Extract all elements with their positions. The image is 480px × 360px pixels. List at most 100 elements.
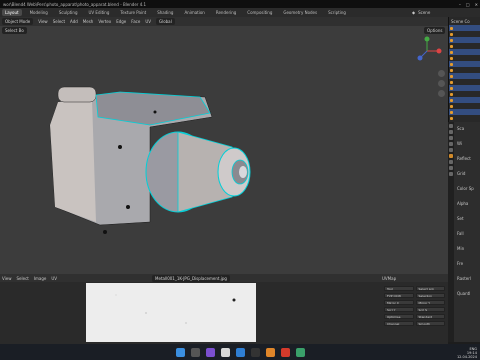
select-box-tool[interactable]: Select Bo — [2, 26, 27, 34]
tab-layout[interactable]: Layout — [2, 9, 22, 16]
material-tab-icon[interactable] — [449, 166, 453, 170]
menu-face[interactable]: Face — [131, 19, 140, 24]
object-tab-icon[interactable] — [449, 154, 453, 158]
tab-compositing[interactable]: Compositing — [244, 9, 275, 16]
tab-modeling[interactable]: Modeling — [27, 9, 51, 16]
camera-view-icon[interactable] — [438, 90, 445, 97]
outliner-list — [449, 25, 480, 121]
prop-label: Wi — [457, 141, 462, 146]
mesh-icon — [450, 56, 453, 60]
tool-button[interactable]: Mirror Y — [415, 300, 445, 305]
mesh-icon — [450, 68, 453, 72]
prop-label: Set — [457, 216, 464, 221]
tool-button[interactable]: Smooth — [415, 321, 445, 326]
navigation-gizmo-icon[interactable] — [412, 36, 442, 66]
menu-select[interactable]: Select — [53, 19, 65, 24]
mesh-icon — [450, 80, 453, 84]
search-icon[interactable] — [190, 347, 200, 357]
uvmap-label: UVMap — [382, 275, 397, 281]
tab-shading[interactable]: Shading — [154, 9, 176, 16]
camera-model — [49, 86, 251, 234]
outliner-row[interactable] — [449, 115, 480, 121]
prop-label: Rasterl — [457, 276, 472, 281]
tool-button[interactable]: FVP OCW — [384, 293, 414, 298]
mode-select[interactable]: Object Mode — [2, 18, 34, 25]
uv-panel-header: UVMap — [380, 274, 448, 282]
menu-edge[interactable]: Edge — [116, 19, 126, 24]
menu-select[interactable]: Select — [17, 276, 29, 281]
taskbar — [0, 344, 480, 360]
tool-button[interactable]: Select Lnk — [415, 286, 445, 291]
tab-scripting[interactable]: Scripting — [325, 9, 349, 16]
tool-button[interactable]: Optimise — [384, 314, 414, 319]
menu-uv[interactable]: UV — [51, 276, 57, 281]
options-button[interactable]: Options — [424, 27, 446, 34]
tab-sculpting[interactable]: Sculpting — [56, 9, 81, 16]
menu-vertex[interactable]: Vertex — [98, 19, 111, 24]
pan-icon[interactable] — [438, 80, 445, 87]
menu-mesh[interactable]: Mesh — [83, 19, 94, 24]
tool-button[interactable]: Standard — [415, 314, 445, 319]
modifier-tab-icon[interactable] — [449, 160, 453, 164]
scene-selector[interactable]: ◆ Scene — [410, 8, 480, 17]
prop-label: Grid — [457, 171, 466, 176]
mesh-icon — [450, 74, 453, 78]
output-tab-icon[interactable] — [449, 136, 453, 140]
prop-label: Sca — [457, 126, 465, 131]
system-clock[interactable]: ENG 19:14 12.04.2024 — [457, 347, 477, 359]
tab-rendering[interactable]: Rendering — [213, 9, 239, 16]
displacement-texture — [86, 283, 256, 342]
tool-button[interactable]: Seleclion — [415, 293, 445, 298]
blender-icon[interactable] — [265, 347, 275, 357]
tool-button[interactable]: Channel — [384, 321, 414, 326]
minimize-icon[interactable]: – — [459, 2, 461, 7]
app-icon[interactable] — [295, 347, 305, 357]
prop-label: Reflect — [457, 156, 471, 161]
scene-label: Scene — [418, 10, 431, 15]
menu-view[interactable]: View — [2, 276, 12, 281]
tool-button[interactable]: Scrl S — [415, 307, 445, 312]
outliner-title: Scene Co — [451, 18, 470, 24]
window-title: wor\Blend4 Web\Pers\photo_apparat\photo_… — [3, 1, 147, 7]
image-name-field[interactable]: Metall001_1K-JPG_Displacement.jpg — [152, 274, 230, 282]
tool-button[interactable]: Tool — [384, 286, 414, 291]
render-tab-icon[interactable] — [449, 130, 453, 134]
viewport-header: Object Mode View Select Add Mesh Vertex … — [0, 17, 448, 26]
tool-button[interactable]: Scrl Y — [384, 307, 414, 312]
orientation-select[interactable]: Global — [155, 18, 175, 25]
chrome-icon[interactable] — [280, 347, 290, 357]
mesh-icon — [450, 86, 453, 90]
world-tab-icon[interactable] — [449, 148, 453, 152]
menu-view[interactable]: View — [38, 19, 48, 24]
tab-animation[interactable]: Animation — [181, 9, 207, 16]
texture-tab-icon[interactable] — [449, 172, 453, 176]
prop-label: Alpha — [457, 201, 469, 206]
mesh-icon — [450, 26, 453, 30]
tab-texture-paint[interactable]: Texture Paint — [117, 9, 149, 16]
tab-uv-editing[interactable]: UV Editing — [86, 9, 113, 16]
close-icon[interactable]: ✕ — [475, 2, 478, 7]
tool-button[interactable]: Mirror X — [384, 300, 414, 305]
window-controls: – □ ✕ — [459, 0, 478, 8]
mesh-icon — [450, 32, 453, 36]
scene-tab-icon[interactable] — [449, 142, 453, 146]
outliner-header: Scene Co — [449, 17, 480, 25]
prop-label: Quantl — [457, 291, 471, 296]
visual-studio-icon[interactable] — [205, 347, 215, 357]
tab-geometry-nodes[interactable]: Geometry Nodes — [280, 9, 320, 16]
notepad-icon[interactable] — [220, 347, 230, 357]
terminal-icon[interactable] — [250, 347, 260, 357]
clock-date: 12.04.2024 — [456, 355, 477, 359]
maximize-icon[interactable]: □ — [466, 2, 470, 7]
tool-tab-icon[interactable] — [449, 124, 453, 128]
menu-add[interactable]: Add — [70, 19, 78, 24]
menu-uv[interactable]: UV — [145, 19, 151, 24]
mesh-icon — [450, 104, 453, 108]
mesh-icon — [450, 50, 453, 54]
viewport-3d[interactable] — [0, 17, 448, 274]
start-icon[interactable] — [175, 347, 185, 357]
zoom-icon[interactable] — [438, 70, 445, 77]
prop-label: Color Sp — [457, 186, 474, 191]
vscode-icon[interactable] — [235, 347, 245, 357]
menu-image[interactable]: Image — [34, 276, 47, 281]
